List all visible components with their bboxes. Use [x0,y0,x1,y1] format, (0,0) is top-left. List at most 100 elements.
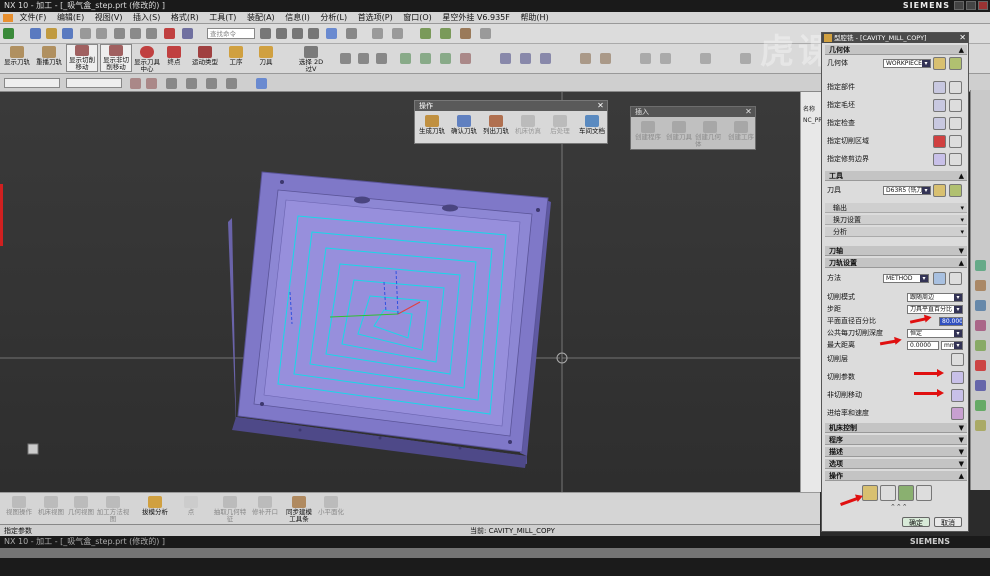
method-select[interactable]: METHOD ▾ [883,274,929,283]
close-icon[interactable]: ✕ [596,101,605,110]
section-path-settings[interactable]: 刀轨设置 ▲ [825,258,967,268]
select-2d-button[interactable]: 选择 2D 过V [296,46,326,73]
method-new-icon[interactable] [933,272,946,285]
part-select-icon[interactable] [933,81,946,94]
shop-doc-button[interactable]: 车间文档 [577,115,607,135]
facet-button[interactable]: 小平面化 [316,496,346,516]
section-machine-control[interactable]: 机床控制 ▼ [825,423,967,433]
tool-select[interactable]: D63R5 (铣刀 ▾ [883,186,931,195]
cube-icon-2[interactable] [358,53,369,64]
menu-file[interactable]: 文件(F) [20,13,47,22]
menu-help[interactable]: 帮助(H) [520,13,548,22]
subsection-analysis[interactable]: 分析 ▾ [825,227,967,237]
flashlight-icon[interactable] [949,153,962,166]
create-program-button[interactable]: 创建程序 [633,121,663,141]
resource-icon-5[interactable] [975,340,986,351]
delete-icon[interactable] [164,28,175,39]
show-noncut-moves-button[interactable]: 显示非切削移动 [100,44,132,72]
cut-levels-icon[interactable] [951,353,964,366]
stepover-select[interactable]: 刀具平直百分比 ▾ [907,305,963,314]
patch-openings-button[interactable]: 修补开口 [250,496,280,516]
fit-icon[interactable] [260,28,271,39]
unit-select[interactable]: mm ▾ [941,341,963,350]
operation-button[interactable]: 工序 [226,46,246,66]
snap-point-icon-2[interactable] [186,78,197,89]
sync-modeling-button[interactable]: 同步建模工具条 [284,496,314,523]
save-icon[interactable] [62,28,73,39]
machine-sim-button[interactable]: 机床仿真 [513,115,543,135]
filter-icon[interactable] [480,28,491,39]
replay-icon[interactable] [880,485,896,501]
geometry-select[interactable]: WORKPIECE ▾ [883,59,931,68]
noncut-moves-icon[interactable] [951,389,964,402]
operation-navigator[interactable]: 名称 NC_PR [800,92,822,492]
menu-plugin[interactable]: 星空外挂 V6.935F [442,13,510,22]
section-description[interactable]: 描述 ▼ [825,447,967,457]
flashlight-icon[interactable] [949,81,962,94]
open-icon[interactable] [46,28,57,39]
feature-icon-8[interactable] [580,53,591,64]
resource-icon-3[interactable] [975,300,986,311]
subsection-tool-change[interactable]: 换刀设置 ▾ [825,215,967,225]
postprocess-button[interactable]: 后处理 [545,115,575,135]
resource-icon-2[interactable] [975,280,986,291]
close-icon[interactable]: ✕ [744,107,753,116]
feature-icon-4[interactable] [460,53,471,64]
feeds-speeds-icon[interactable] [951,407,964,420]
section-geometry[interactable]: 几何体 ▲ [825,45,967,55]
tool-new-icon[interactable] [933,184,946,197]
flashlight-icon[interactable] [949,135,962,148]
subsection-output[interactable]: 输出 ▾ [825,203,967,213]
verify-toolpath-button[interactable]: 确认刀轨 [449,115,479,135]
trim-select-icon[interactable] [933,153,946,166]
zoom-icon[interactable] [276,28,287,39]
percent-input[interactable]: 80.0000 [939,317,963,326]
menu-analysis[interactable]: 分析(L) [320,13,347,22]
resource-icon-8[interactable] [975,400,986,411]
section-program[interactable]: 程序 ▼ [825,435,967,445]
feature-icon-3[interactable] [440,53,451,64]
list-icon[interactable] [916,485,932,501]
create-geometry-button[interactable]: 创建几何体 [695,121,725,148]
expand-more-icon[interactable]: ⌃⌃⌃ [890,503,908,511]
resource-icon-1[interactable] [975,260,986,271]
navigator-item[interactable]: NC_PR [801,113,822,124]
point-button[interactable]: 点 [180,496,202,516]
geometry-view-button[interactable]: 几何视图 [66,496,96,516]
menu-preferences[interactable]: 首选项(P) [358,13,393,22]
undo-icon[interactable] [80,28,91,39]
create-operation-button[interactable]: 创建工序 [726,121,756,141]
cancel-button[interactable]: 取消 [934,517,962,527]
max-distance-input[interactable]: 0.0000 [907,341,939,350]
view-ops-button[interactable]: 视图操作 [4,496,34,516]
layer-icon[interactable] [372,28,383,39]
section-tool-axis[interactable]: 刀轴 ▼ [825,246,967,256]
shaded-icon[interactable] [326,28,337,39]
depth-select[interactable]: 恒定 ▾ [907,329,963,338]
menu-view[interactable]: 视图(V) [95,13,123,22]
feature-icon-7[interactable] [540,53,551,64]
feature-icon-10[interactable] [640,53,651,64]
list-toolpath-button[interactable]: 列出刀轨 [481,115,511,135]
maximize-button[interactable] [966,1,976,10]
snap-icon[interactable] [420,28,431,39]
snap-point-icon-4[interactable] [226,78,237,89]
feature-icon-9[interactable] [600,53,611,64]
feature-icon-12[interactable] [700,53,711,64]
geometry-edit-icon[interactable] [949,57,962,70]
deselect-icon[interactable] [146,78,157,89]
feature-icon-11[interactable] [660,53,671,64]
feature-icon-2[interactable] [420,53,431,64]
command-finder-icon[interactable] [182,28,193,39]
graphics-viewport[interactable]: 操作 ✕ 生成刀轨 确认刀轨 列出刀轨 机床仿真 后处理 车间文档 插入 ✕ 创建程… [0,92,800,492]
check-select-icon[interactable] [933,117,946,130]
resource-icon-9[interactable] [975,420,986,431]
cut-area-select-icon[interactable] [933,135,946,148]
type-filter-select[interactable] [4,78,60,88]
close-icon[interactable]: ✕ [959,33,966,43]
tool-edit-icon[interactable] [949,184,962,197]
generate-toolpath-button[interactable]: 生成刀轨 [417,115,447,135]
menu-edit[interactable]: 编辑(E) [57,13,84,22]
menu-format[interactable]: 格式(R) [171,13,199,22]
snap-point-icon-3[interactable] [206,78,217,89]
